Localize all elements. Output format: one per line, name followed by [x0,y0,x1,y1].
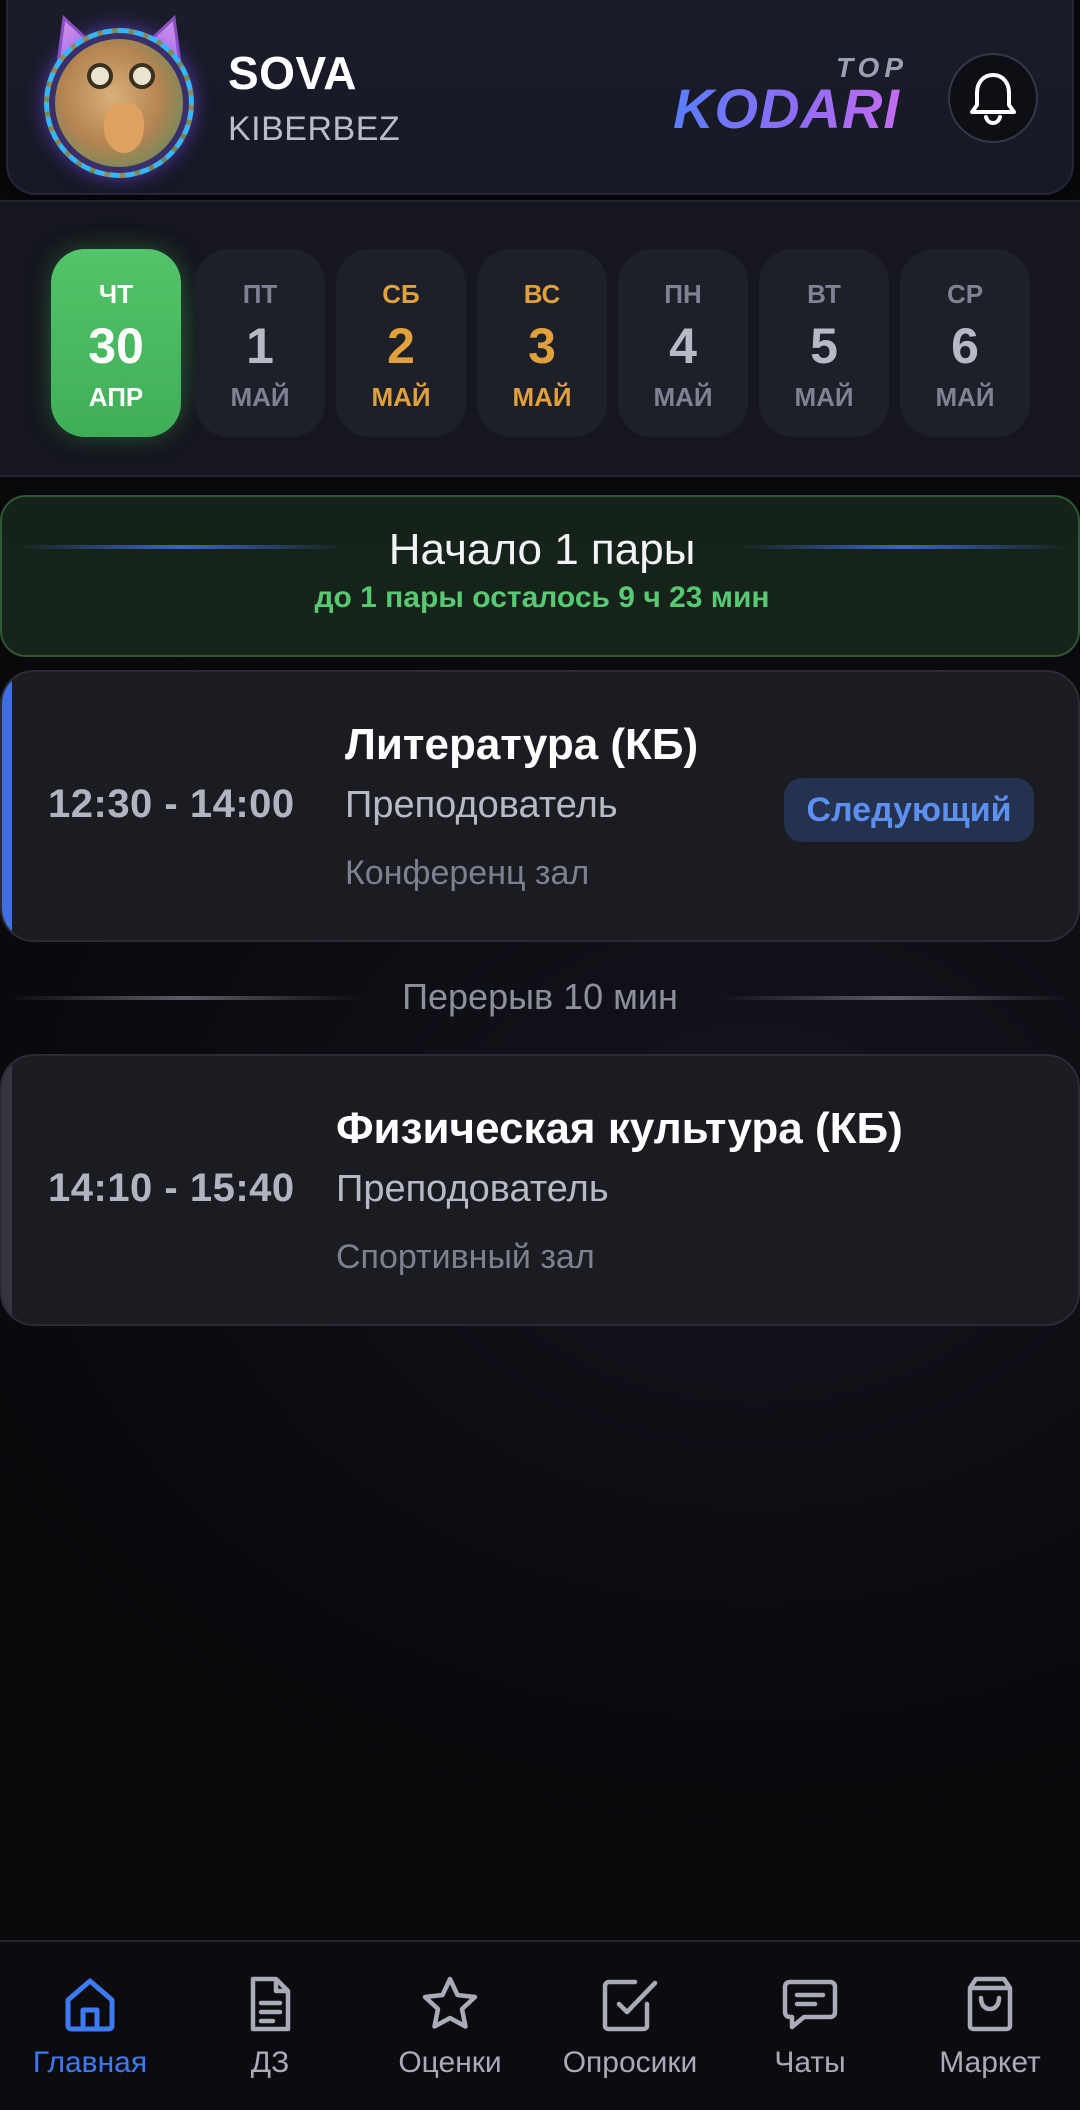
nav-home-label: Главная [32,2046,148,2079]
day-chip-3[interactable]: ВС 3 МАЙ [477,249,607,437]
day-number: 1 [246,318,274,374]
avatar[interactable] [34,8,204,183]
nav-market-label: Маркет [939,2046,1041,2079]
chat-icon [782,1979,838,2030]
bottom-navigation: Главная ДЗ Оценки Опросики Чаты Маркет [0,1940,1080,2110]
day-month: МАЙ [512,382,572,412]
day-chip-6[interactable]: СР 6 МАЙ [900,249,1030,437]
lesson-accent-bar [2,672,12,940]
nav-market[interactable]: Маркет [900,1942,1080,2110]
lesson-time: 12:30 - 14:00 [48,782,295,826]
break-separator: Перерыв 10 мин [0,972,1080,1022]
day-number: 3 [528,318,556,374]
bell-icon [970,73,1016,125]
day-month: АПР [88,382,144,412]
user-group: KIBERBEZ [228,110,401,148]
lesson-card[interactable]: 12:30 - 14:00 Литература (КБ) Преподоват… [0,670,1080,942]
lesson-time: 14:10 - 15:40 [48,1166,295,1210]
lesson-subject: Физическая культура (КБ) [336,1104,903,1153]
lesson-teacher: Преподователь [336,1168,609,1210]
day-number: 6 [951,318,979,374]
brand-logo: TOP KODARI [668,52,908,142]
day-month: МАЙ [230,382,290,412]
day-weekday: ВС [523,279,561,309]
nav-chats[interactable]: Чаты [720,1942,900,2110]
lesson-accent-bar [2,1056,12,1324]
day-chip-5[interactable]: ВТ 5 МАЙ [759,249,889,437]
next-lesson-badge: Следующий [784,778,1034,842]
day-weekday: СР [946,279,984,309]
user-name: SOVA [228,47,357,99]
date-selector: ЧТ 30 АПР ПТ 1 МАЙ СБ 2 МАЙ ВС 3 МАЙ ПН … [0,200,1080,477]
break-label: Перерыв 10 мин [402,976,678,1017]
nav-chats-label: Чаты [774,2046,846,2079]
day-chip-4[interactable]: ПН 4 МАЙ [618,249,748,437]
day-weekday: ВТ [807,279,841,309]
lesson-room: Спортивный зал [336,1238,595,1276]
profile-header: SOVA KIBERBEZ TOP KODARI [6,0,1074,195]
lesson-subject: Литература (КБ) [345,720,699,769]
lesson-room: Конференц зал [345,854,590,892]
avatar-image [44,28,194,178]
star-icon [422,1976,478,2029]
shopping-bag-icon [967,1976,1013,2032]
nav-homework[interactable]: ДЗ [180,1942,360,2110]
day-number: 4 [669,318,697,374]
day-chip-2[interactable]: СБ 2 МАЙ [336,249,466,437]
day-month: МАЙ [371,382,431,412]
nav-surveys-label: Опросики [562,2046,698,2079]
countdown-remaining: до 1 пары осталось 9 ч 23 мин [314,581,770,614]
nav-homework-label: ДЗ [250,2046,290,2079]
day-number: 2 [387,318,415,374]
home-icon [65,1978,115,2032]
day-weekday: ЧТ [98,279,134,309]
day-month: МАЙ [794,382,854,412]
checkbox-icon [602,1979,658,2032]
day-month: МАЙ [935,382,995,412]
notifications-button[interactable] [948,53,1038,143]
next-lesson-countdown: Начало 1 пары до 1 пары осталось 9 ч 23 … [0,495,1080,657]
day-number: 30 [88,318,144,374]
lesson-card[interactable]: 14:10 - 15:40 Физическая культура (КБ) П… [0,1054,1080,1326]
lesson-teacher: Преподователь [345,784,618,826]
nav-grades-label: Оценки [398,2046,502,2079]
day-month: МАЙ [653,382,713,412]
day-weekday: СБ [382,279,420,309]
day-weekday: ПТ [242,279,278,309]
nav-grades[interactable]: Оценки [360,1942,540,2110]
document-icon [250,1976,291,2032]
nav-surveys[interactable]: Опросики [540,1942,720,2110]
day-chip-0[interactable]: ЧТ 30 АПР [51,249,181,437]
day-chip-1[interactable]: ПТ 1 МАЙ [195,249,325,437]
brand-logo-main: KODARI [673,77,900,140]
nav-home[interactable]: Главная [0,1942,180,2110]
day-weekday: ПН [664,279,702,309]
day-number: 5 [810,318,838,374]
countdown-title: Начало 1 пары [388,525,696,574]
